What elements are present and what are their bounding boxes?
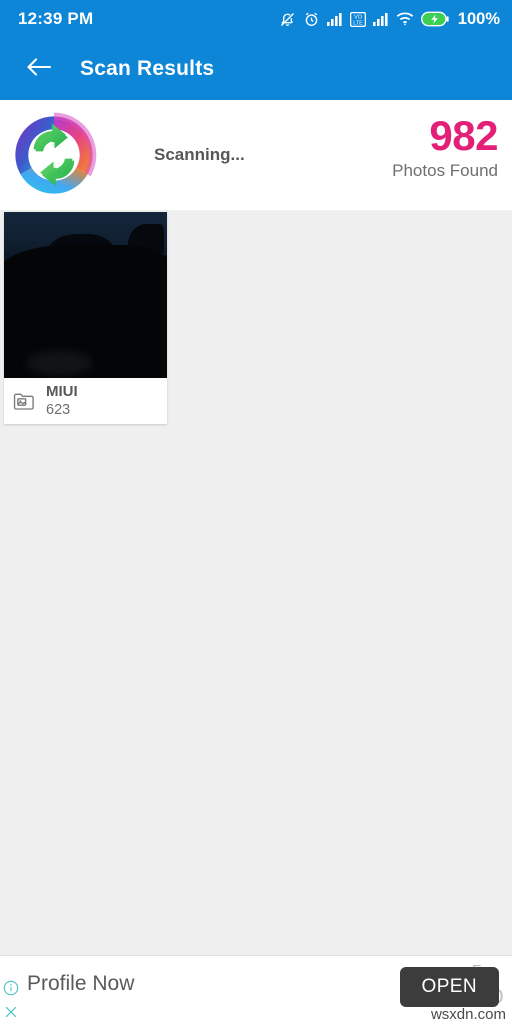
app-bar: Scan Results <box>0 38 512 100</box>
signal-bars-sim2-icon <box>372 12 389 26</box>
ad-headline[interactable]: Profile Now <box>27 972 134 996</box>
volte-icon: VO LTE <box>349 11 366 27</box>
status-bar: 12:39 PM VO LTE 100% <box>0 0 512 38</box>
alarm-clock-icon <box>303 11 320 28</box>
photos-found-label: Photos Found <box>392 161 498 180</box>
info-icon[interactable] <box>3 980 19 1001</box>
back-button[interactable] <box>22 52 56 86</box>
status-bar-icons: VO LTE 100% <box>279 10 500 29</box>
recycle-sync-logo-icon <box>6 107 102 203</box>
status-bar-clock: 12:39 PM <box>18 9 94 28</box>
scan-summary-panel: Scanning... 982 Photos Found <box>0 100 512 210</box>
thumbnail-ground-highlight <box>26 351 92 375</box>
folder-name: MIUI <box>46 382 78 400</box>
photos-found-count: 982 <box>429 112 498 159</box>
folder-text-block: MIUI 623 <box>46 382 78 419</box>
close-icon[interactable] <box>3 1004 19 1024</box>
folder-info-row: MIUI 623 <box>4 378 167 424</box>
battery-charging-icon <box>420 11 449 27</box>
scan-results-grid: MIUI 623 <box>0 210 512 956</box>
ad-banner[interactable]: Profile Now Fac Co OPEN wsxdn.com <box>0 955 512 1024</box>
battery-percent-label: 100% <box>457 9 500 28</box>
watermark-label: wsxdn.com <box>430 1006 506 1023</box>
svg-text:LTE: LTE <box>353 20 363 26</box>
list-item[interactable]: MIUI 623 <box>4 212 167 424</box>
folder-thumbnail[interactable] <box>4 212 167 378</box>
ad-open-button[interactable]: OPEN <box>399 967 499 1007</box>
signal-bars-sim1-icon <box>326 12 343 26</box>
wifi-icon <box>396 12 414 26</box>
mute-bell-icon <box>279 11 296 28</box>
folder-photo-count: 623 <box>46 401 71 418</box>
photo-folder-icon <box>12 389 36 413</box>
page-title: Scan Results <box>80 57 215 80</box>
photos-found-block: 982 Photos Found <box>392 114 498 182</box>
ad-badges <box>3 980 19 1024</box>
back-arrow-icon <box>26 56 52 83</box>
scan-status-text: Scanning... <box>154 145 245 164</box>
